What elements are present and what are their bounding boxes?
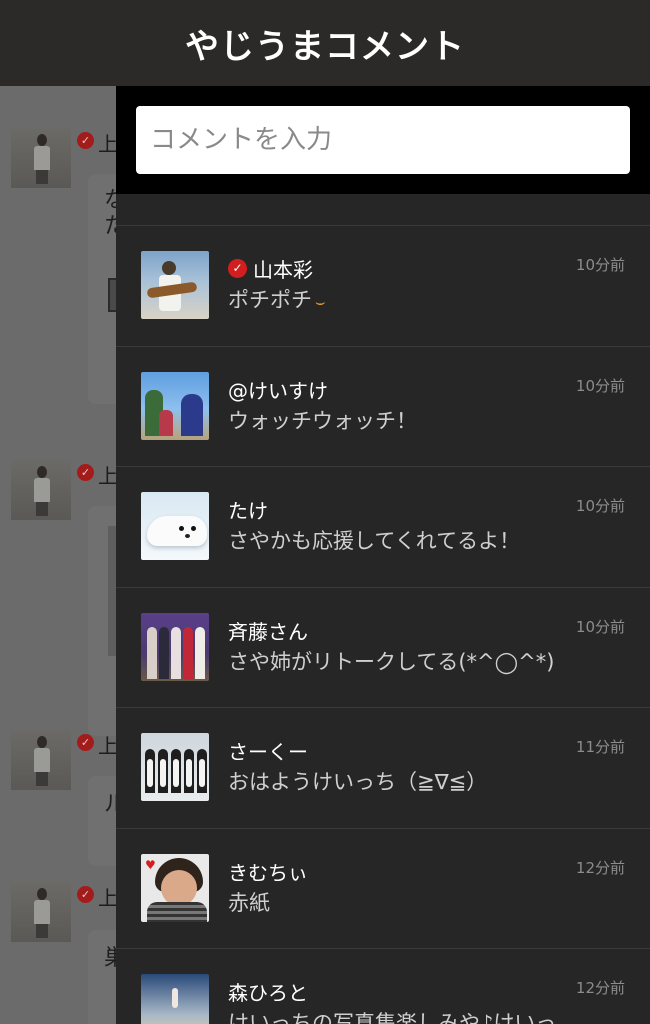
seal-photo-avatar[interactable]: [141, 492, 209, 560]
heart-icon: ♥: [145, 857, 156, 872]
comment-author[interactable]: たけ: [228, 495, 268, 524]
verified-icon: ✓: [77, 734, 94, 751]
comment-item[interactable]: 斉藤さん さや姉がリトークしてる(*^◯^*) 10分前: [116, 588, 650, 708]
comment-time: 12分前: [575, 858, 625, 877]
bg-post-avatar: [11, 128, 71, 188]
comment-text: 赤紙: [228, 890, 270, 915]
comment-item[interactable]: さーくー おはようけいっち（≧∇≦） 11分前: [116, 708, 650, 829]
comment-author[interactable]: 森ひろと: [228, 977, 308, 1006]
comment-author[interactable]: 斉藤さん: [228, 616, 308, 645]
bg-post-name: 上: [98, 464, 118, 488]
guitar-photo-avatar[interactable]: [141, 251, 209, 319]
comment-text: ポチポチ ⌣: [228, 284, 326, 314]
comment-list: ✓ 山本彩 ポチポチ ⌣ 10分前 @けいすけ ウォッチウォッチ！ 10分前 たけ…: [116, 226, 650, 1024]
verified-icon: ✓: [77, 464, 94, 481]
verified-icon: ✓: [77, 132, 94, 149]
comment-text: ウォッチウォッチ！: [228, 408, 417, 433]
comment-author[interactable]: 山本彩: [253, 254, 313, 283]
comment-item[interactable]: @けいすけ ウォッチウォッチ！ 10分前: [116, 347, 650, 467]
anime-photo-avatar[interactable]: [141, 371, 209, 440]
comment-author[interactable]: きむちぃ: [228, 857, 308, 886]
comment-item[interactable]: ♥ きむちぃ 赤紙 12分前: [116, 829, 650, 949]
penguins-photo-avatar[interactable]: [141, 733, 209, 801]
comment-time: 10分前: [575, 617, 625, 636]
comment-text: けいっちの写真集楽しみや♪けいっ: [228, 1011, 557, 1024]
verified-icon: ✓: [77, 886, 94, 903]
divider: [116, 194, 650, 226]
comment-author[interactable]: さーくー: [228, 736, 308, 765]
bg-post-avatar: [11, 460, 71, 520]
comment-time: 12分前: [575, 979, 625, 997]
group-photo-avatar[interactable]: [141, 612, 209, 681]
comment-time: 10分前: [575, 497, 625, 515]
bg-post-avatar: [11, 730, 71, 790]
verified-icon: ✓: [228, 259, 247, 278]
comment-item[interactable]: ✓ 山本彩 ポチポチ ⌣ 10分前: [116, 226, 650, 347]
comment-item[interactable]: たけ さやかも応援してくれてるよ！ 10分前: [116, 467, 650, 588]
bg-post-name: 上: [98, 886, 118, 910]
bg-post-name: 上: [98, 132, 118, 156]
app-header: やじうまコメント: [0, 0, 650, 86]
comment-text: おはようけいっち（≧∇≦）: [228, 770, 488, 794]
comment-item[interactable]: 森ひろと けいっちの写真集楽しみや♪けいっ 12分前: [116, 949, 650, 1024]
comment-input-bar: [116, 86, 650, 194]
bg-post-name: 上: [98, 734, 118, 758]
bg-post-avatar: [11, 882, 71, 942]
comment-input[interactable]: [136, 106, 630, 174]
app-title: やじうまコメント: [185, 26, 465, 67]
comment-author[interactable]: @けいすけ: [228, 375, 328, 404]
comment-drawer: ✓ 山本彩 ポチポチ⌣ 10分前 @けいすけ ウォッチウォッチ！ 10分前 たけ…: [116, 86, 650, 1024]
comment-text-content: ポチポチ: [228, 288, 312, 312]
comment-time: 10分前: [575, 256, 625, 274]
comment-text: さやかも応援してくれてるよ！: [228, 529, 521, 553]
comment-time: 11分前: [575, 738, 625, 756]
face-photo-avatar[interactable]: ♥: [141, 853, 209, 922]
comment-time: 10分前: [575, 376, 625, 395]
night-photo-avatar[interactable]: [141, 974, 209, 1024]
comment-text: さや姉がリトークしてる(*^◯^*): [228, 649, 555, 674]
smile-emoji: ⌣: [315, 292, 326, 311]
